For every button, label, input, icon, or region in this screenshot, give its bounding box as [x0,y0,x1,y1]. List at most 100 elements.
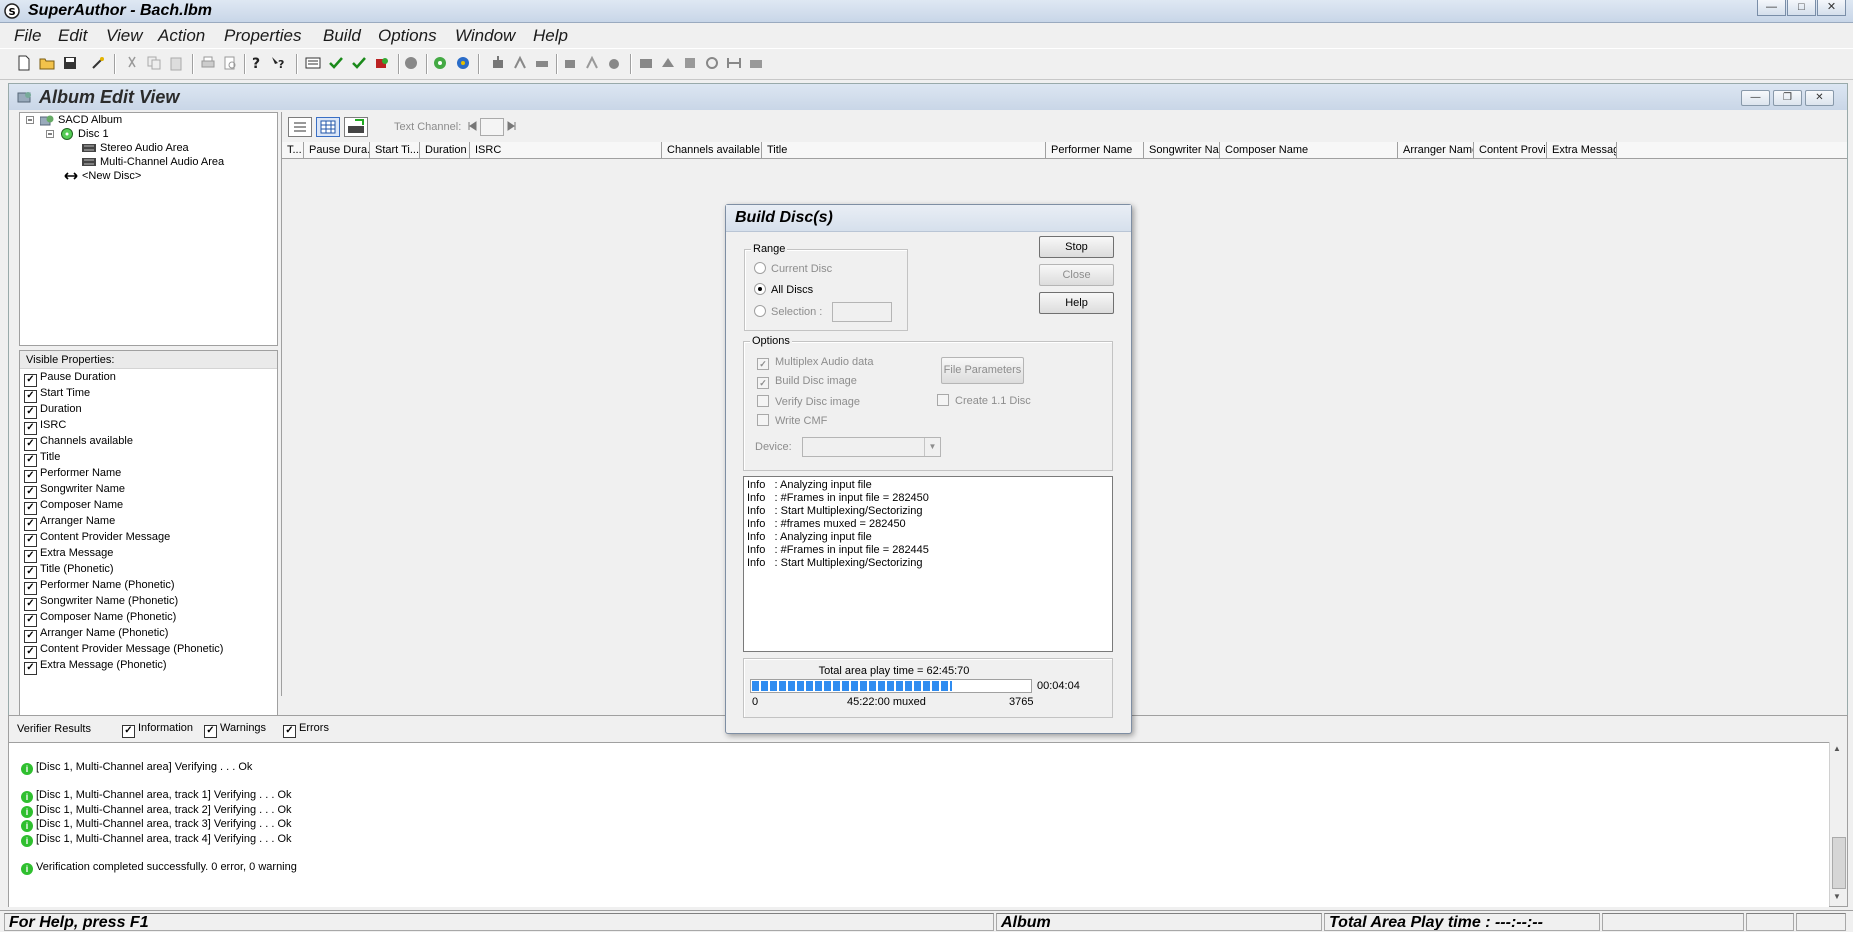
verify-icon[interactable] [351,55,367,71]
verify-image-checkbox[interactable]: Verify Disc image [757,395,860,408]
marker-copy-icon[interactable] [682,55,698,71]
property-checkbox[interactable]: ✓ Songwriter Name [24,483,125,499]
property-checkbox[interactable]: ✓ Pause Duration [24,371,116,387]
property-checkbox[interactable]: ✓ Content Provider Message (Phonetic) [24,643,223,659]
column-header[interactable]: ISRC [470,142,662,158]
copy-icon[interactable] [146,55,162,71]
menu-window[interactable]: Window [455,26,515,46]
errors-checkbox[interactable]: ✓ Errors [283,722,329,738]
column-header[interactable]: Composer Name [1220,142,1398,158]
column-header[interactable]: Pause Dura... [304,142,370,158]
all-discs-radio[interactable]: All Discs [754,283,813,296]
close-button[interactable]: Close [1039,264,1114,286]
wand-icon[interactable] [90,55,106,71]
print-icon[interactable] [200,55,216,71]
cut-icon[interactable] [124,55,140,71]
menu-build[interactable]: Build [323,26,361,46]
marker-rotate-icon[interactable] [704,55,720,71]
collapse-icon[interactable] [46,130,54,138]
record-icon[interactable] [403,55,419,71]
list-view-icon[interactable] [288,117,312,137]
column-header[interactable]: Channels available [662,142,762,158]
property-checkbox[interactable]: ✓ ISRC [24,419,66,435]
tree-item-disc-1[interactable]: Disc 1 [60,128,109,141]
menu-help[interactable]: Help [533,26,568,46]
context-help-icon[interactable]: ? [270,55,286,71]
collapse-icon[interactable] [26,116,34,124]
tree-item-multichannel-area[interactable]: Multi-Channel Audio Area [82,156,224,168]
selection-radio[interactable]: Selection : [754,305,822,318]
child-restore-button[interactable]: ❐ [1773,90,1802,106]
property-checkbox[interactable]: ✓ Songwriter Name (Phonetic) [24,595,178,611]
property-checkbox[interactable]: ✓ Arranger Name [24,515,115,531]
marker-skip-icon[interactable] [726,55,742,71]
build-image-checkbox[interactable]: ✓ Build Disc image [757,375,857,389]
column-header[interactable]: Duration [420,142,470,158]
build-disc-icon[interactable] [374,55,390,71]
marker-folder-icon[interactable] [748,55,764,71]
index-remove-icon[interactable] [584,55,600,71]
multiplex-checkbox[interactable]: ✓ Multiplex Audio data [757,356,873,370]
child-close-button[interactable]: ✕ [1805,90,1834,106]
menu-options[interactable]: Options [378,26,437,46]
help-button[interactable]: Help [1039,292,1114,314]
property-checkbox[interactable]: ✓ Composer Name [24,499,123,515]
menu-edit[interactable]: Edit [58,26,87,46]
property-checkbox[interactable]: ✓ Start Time [24,387,90,403]
last-channel-icon[interactable] [507,121,517,131]
property-checkbox[interactable]: ✓ Title [24,451,60,467]
tree-item-stereo-area[interactable]: Stereo Audio Area [82,142,189,154]
index-move-icon[interactable] [606,55,622,71]
new-file-icon[interactable] [16,55,32,71]
create-11-disc-checkbox[interactable]: Create 1.1 Disc [937,394,1031,407]
property-checkbox[interactable]: ✓ Extra Message [24,547,113,563]
marker-icon[interactable] [638,55,654,71]
chevron-down-icon[interactable]: ▼ [924,438,940,456]
property-checkbox[interactable]: ✓ Duration [24,403,82,419]
menu-view[interactable]: View [106,26,143,46]
print-preview-icon[interactable] [222,55,238,71]
column-header[interactable]: Start Ti... [370,142,420,158]
text-channel-input[interactable] [480,118,504,136]
column-header[interactable]: T... [282,142,304,158]
grid-view-icon[interactable] [316,117,340,137]
warnings-checkbox[interactable]: ✓ Warnings [204,722,266,738]
disc-blue-icon[interactable] [455,55,471,71]
column-header[interactable]: Performer Name [1046,142,1144,158]
information-checkbox[interactable]: ✓ Information [122,722,193,738]
column-header[interactable]: Songwriter Na... [1144,142,1220,158]
minimize-button[interactable]: — [1757,0,1786,16]
track-merge-icon[interactable] [534,55,550,71]
property-checkbox[interactable]: ✓ Extra Message (Phonetic) [24,659,167,675]
text-view-icon[interactable] [344,117,368,137]
column-header[interactable]: Content Provi... [1474,142,1547,158]
menu-properties[interactable]: Properties [224,26,301,46]
tree-item-new-disc[interactable]: <New Disc> [64,170,141,182]
property-checkbox[interactable]: ✓ Content Provider Message [24,531,170,547]
property-checkbox[interactable]: ✓ Arranger Name (Phonetic) [24,627,168,643]
marker-edit-icon[interactable] [660,55,676,71]
open-folder-icon[interactable] [39,55,55,71]
stop-button[interactable]: Stop [1039,236,1114,258]
first-channel-icon[interactable] [467,121,477,131]
property-checkbox[interactable]: ✓ Composer Name (Phonetic) [24,611,176,627]
check-edit-icon[interactable] [328,55,344,71]
menu-action[interactable]: Action [158,26,205,46]
property-checkbox[interactable]: ✓ Performer Name (Phonetic) [24,579,175,595]
verifier-scrollbar[interactable]: ▲ ▼ [1829,742,1847,906]
save-icon[interactable] [62,55,78,71]
property-checkbox[interactable]: ✓ Performer Name [24,467,121,483]
menu-file[interactable]: File [14,26,41,46]
child-minimize-button[interactable]: — [1741,90,1770,106]
scroll-down-icon[interactable]: ▼ [1833,892,1841,901]
tree-item-sacd-album[interactable]: SACD Album [40,114,122,126]
track-add-icon[interactable] [490,55,506,71]
column-header[interactable]: Title [762,142,1046,158]
maximize-button[interactable]: □ [1787,0,1816,16]
column-header[interactable]: Arranger Name [1398,142,1474,158]
selection-input[interactable] [832,302,892,322]
index-add-icon[interactable] [562,55,578,71]
album-view-icon[interactable] [305,55,321,71]
close-window-button[interactable]: ✕ [1817,0,1846,16]
property-checkbox[interactable]: ✓ Title (Phonetic) [24,563,114,579]
